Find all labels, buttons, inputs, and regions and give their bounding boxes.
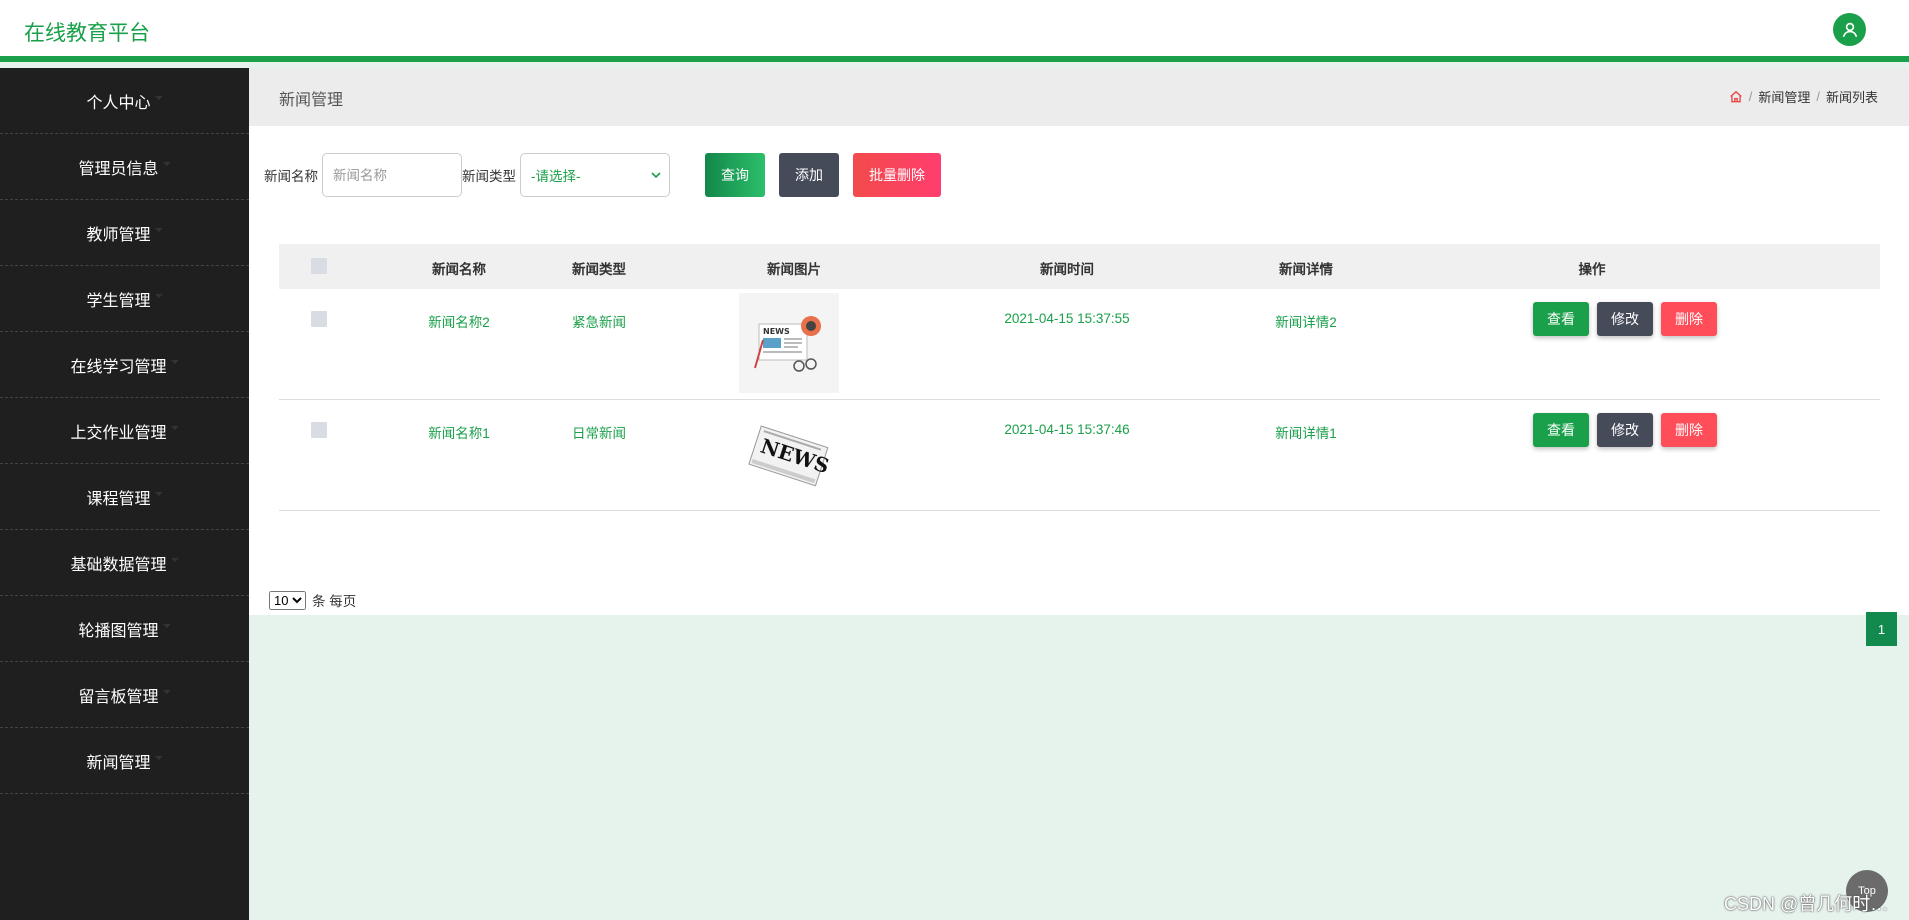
query-button[interactable]: 查询 [705,153,765,197]
sidebar: 个人中心 管理员信息 教师管理 学生管理 在线学习管理 上交作业管理 课程管理 … [0,68,249,920]
user-avatar[interactable] [1833,13,1866,46]
user-icon [1842,22,1857,37]
column-header-type: 新闻类型 [572,262,626,277]
edit-button[interactable]: 修改 [1597,302,1653,336]
caret-down-icon [154,293,163,298]
table-row: 新闻名称2 紧急新闻 NEWS 2021-04-15 15:37:55 新闻详情… [279,289,1880,400]
news-type-label: 新闻类型 [462,169,516,184]
view-button[interactable]: 查看 [1533,302,1589,336]
breadcrumb-level1[interactable]: 新闻管理 [1758,87,1810,106]
delete-button[interactable]: 删除 [1661,302,1717,336]
home-icon[interactable] [1729,90,1743,104]
newspaper-illustration-icon: NEWS [748,425,832,487]
news-type: 日常新闻 [572,426,626,441]
add-button[interactable]: 添加 [779,153,839,197]
sidebar-item-label: 基础数据管理 [70,556,167,574]
table-row: 新闻名称1 日常新闻 NEWS 2021-04-15 15:37:46 新闻详情… [279,400,1880,511]
sidebar-item-teachers[interactable]: 教师管理 [0,200,249,266]
caret-down-icon [154,755,163,760]
news-type-selected: -请选择- [531,169,581,184]
page-size-label: 条 每页 [312,594,357,609]
chevron-down-icon [651,172,661,179]
content-panel: 新闻名称 新闻类型 -请选择- 查询 添加 批量删除 新闻名称 新闻类型 新闻图… [249,126,1909,646]
sidebar-item-basic-data[interactable]: 基础数据管理 [0,530,249,596]
sidebar-item-admin-info[interactable]: 管理员信息 [0,134,249,200]
caret-down-icon [162,689,171,694]
svg-text:NEWS: NEWS [763,327,790,336]
page-size-control: 10 条 每页 [269,590,356,610]
sidebar-item-label: 轮播图管理 [78,622,159,640]
batch-delete-button[interactable]: 批量删除 [853,153,941,197]
sidebar-item-courses[interactable]: 课程管理 [0,464,249,530]
sidebar-item-students[interactable]: 学生管理 [0,266,249,332]
news-name-label: 新闻名称 [264,169,318,184]
sidebar-item-online-learning[interactable]: 在线学习管理 [0,332,249,398]
column-header-time: 新闻时间 [1040,262,1094,277]
news-detail: 新闻详情1 [1275,426,1337,441]
page-title-bar: 新闻管理 / 新闻管理 / 新闻列表 [249,68,1909,126]
column-header-detail: 新闻详情 [1279,262,1333,277]
sidebar-item-label: 管理员信息 [78,160,159,178]
news-detail: 新闻详情2 [1275,315,1337,330]
table-header-row: 新闻名称 新闻类型 新闻图片 新闻时间 新闻详情 操作 [279,244,1880,289]
news-type-select[interactable]: -请选择- [520,153,670,197]
breadcrumb-separator: / [1748,89,1753,104]
news-table: 新闻名称 新闻类型 新闻图片 新闻时间 新闻详情 操作 新闻名称2 紧急新闻 N… [279,244,1880,511]
page-title: 新闻管理 [279,92,344,109]
watermark: CSDN @曾几何时… [1724,894,1889,914]
sidebar-item-label: 个人中心 [86,94,151,112]
sidebar-item-carousel[interactable]: 轮播图管理 [0,596,249,662]
caret-down-icon [170,359,179,364]
sidebar-item-homework[interactable]: 上交作业管理 [0,398,249,464]
breadcrumb-separator: / [1816,89,1820,104]
news-illustration-icon: NEWS [754,316,821,372]
sidebar-item-label: 课程管理 [86,490,151,508]
news-time: 2021-04-15 15:37:55 [1004,311,1130,326]
select-all-checkbox[interactable] [311,258,327,274]
sidebar-item-news[interactable]: 新闻管理 [0,728,249,794]
main-content: 新闻管理 / 新闻管理 / 新闻列表 新闻名称 新闻类型 -请选择- 查询 添加… [249,68,1909,646]
sidebar-item-label: 新闻管理 [86,754,151,772]
caret-down-icon [170,425,179,430]
page-size-select[interactable]: 10 [269,590,306,610]
sidebar-item-label: 留言板管理 [78,688,159,706]
breadcrumb-level2: 新闻列表 [1825,90,1878,105]
edit-button[interactable]: 修改 [1597,413,1653,447]
caret-down-icon [154,491,163,496]
caret-down-icon [170,557,179,562]
news-image[interactable]: NEWS [739,293,839,393]
sidebar-item-label: 学生管理 [86,292,151,310]
news-image[interactable]: NEWS [739,404,839,504]
news-time: 2021-04-15 15:37:46 [1004,422,1130,437]
breadcrumb: / 新闻管理 / 新闻列表 [1729,87,1878,106]
column-header-actions: 操作 [1578,262,1606,277]
news-type: 紧急新闻 [572,315,626,330]
column-header-image: 新闻图片 [767,262,821,277]
brand-title[interactable]: 在线教育平台 [24,17,150,47]
news-name-input[interactable] [322,153,462,197]
caret-down-icon [162,623,171,628]
caret-down-icon [154,227,163,232]
sidebar-item-personal-center[interactable]: 个人中心 [0,68,249,134]
delete-button[interactable]: 删除 [1661,413,1717,447]
sidebar-item-message-board[interactable]: 留言板管理 [0,662,249,728]
sidebar-item-label: 教师管理 [86,226,151,244]
caret-down-icon [154,95,163,100]
page-button-current[interactable]: 1 [1866,612,1897,646]
view-button[interactable]: 查看 [1533,413,1589,447]
sidebar-item-label: 在线学习管理 [70,358,167,376]
top-header: 在线教育平台 [0,0,1909,62]
row-checkbox[interactable] [311,311,327,327]
caret-down-icon [162,161,171,166]
sidebar-item-label: 上交作业管理 [70,424,167,442]
search-bar: 新闻名称 新闻类型 -请选择- 查询 添加 批量删除 [264,153,941,197]
row-checkbox[interactable] [311,422,327,438]
